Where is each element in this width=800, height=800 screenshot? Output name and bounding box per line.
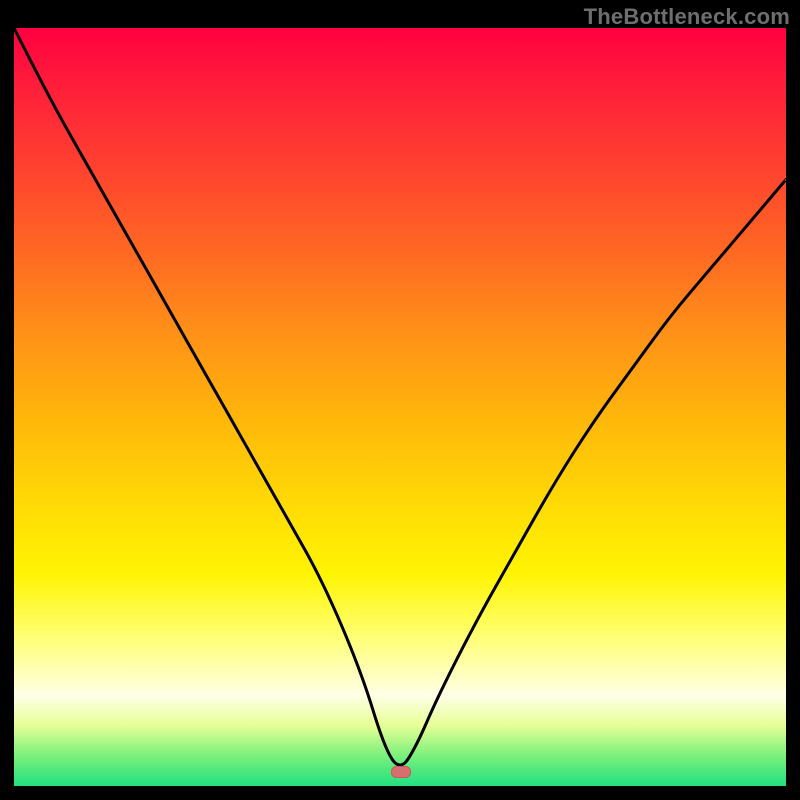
chart-frame: TheBottleneck.com (0, 0, 800, 800)
watermark-label: TheBottleneck.com (584, 4, 790, 30)
plot-area (14, 28, 786, 786)
trough-marker (391, 766, 411, 778)
bottleneck-curve (14, 28, 786, 786)
curve-path (14, 28, 786, 765)
